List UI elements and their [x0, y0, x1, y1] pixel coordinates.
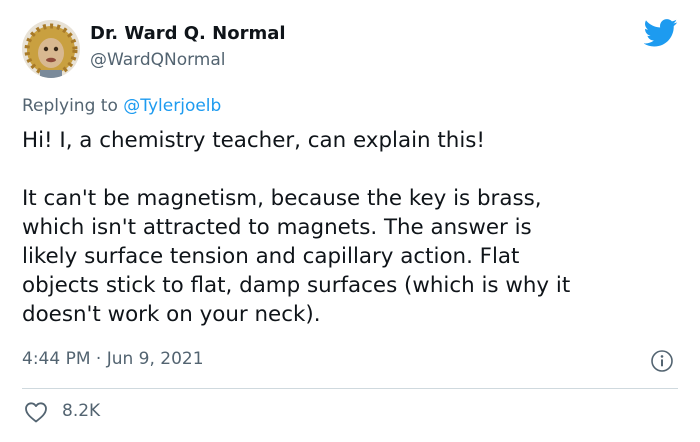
- replying-to-line: Replying to @Tylerjoelb: [22, 96, 221, 116]
- tweet-text-line: doesn't work on your neck).: [22, 302, 321, 327]
- avatar-image: [22, 20, 80, 78]
- tweet-timestamp[interactable]: 4:44 PM · Jun 9, 2021: [22, 349, 204, 369]
- author-display-name[interactable]: Dr. Ward Q. Normal: [90, 23, 286, 44]
- tweet-text-line: which isn't attracted to magnets. The an…: [22, 215, 532, 240]
- tweet-text-line: objects stick to flat, damp surfaces (wh…: [22, 273, 571, 298]
- reply-mention-link[interactable]: @Tylerjoelb: [123, 96, 221, 116]
- replying-to-label: Replying to: [22, 96, 118, 116]
- tweet-text-line: Hi! I, a chemistry teacher, can explain …: [22, 128, 485, 153]
- heart-icon[interactable]: [24, 401, 48, 423]
- divider: [22, 388, 678, 389]
- twitter-bird-icon[interactable]: [644, 19, 678, 47]
- author-handle[interactable]: @WardQNormal: [90, 50, 226, 70]
- info-icon[interactable]: [650, 349, 674, 373]
- tweet-text-line: likely surface tension and capillary act…: [22, 244, 520, 269]
- avatar[interactable]: [22, 20, 80, 78]
- like-count[interactable]: 8.2K: [62, 401, 100, 421]
- tweet-text-line: It can't be magnetism, because the key i…: [22, 186, 542, 211]
- tweet-text: Hi! I, a chemistry teacher, can explain …: [22, 126, 682, 329]
